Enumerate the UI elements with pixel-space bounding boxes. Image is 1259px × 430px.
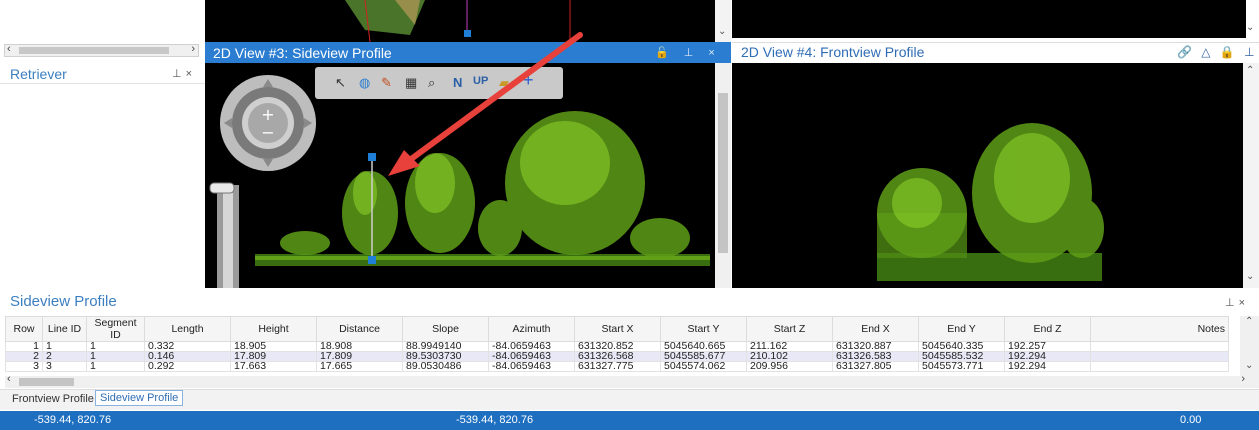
table-cell[interactable]: 631327.805 — [832, 361, 919, 372]
column-header[interactable]: Distance — [316, 316, 403, 342]
table-vertical-scrollbar[interactable]: ⌃ ⌄ — [1240, 316, 1259, 376]
table-cell[interactable]: -84.0659463 — [488, 341, 575, 352]
table-cell[interactable]: 5045640.665 — [660, 341, 747, 352]
column-header[interactable]: End Z — [1004, 316, 1091, 342]
table-cell[interactable]: 89.5303730 — [402, 351, 489, 362]
column-header[interactable]: Notes — [1090, 316, 1229, 342]
table-cell[interactable]: 17.663 — [230, 361, 317, 372]
table-cell[interactable]: 210.102 — [746, 351, 833, 362]
column-header[interactable]: Start Y — [660, 316, 747, 342]
scroll-left-icon[interactable]: ‹ — [7, 373, 11, 385]
tab-frontview-profile[interactable]: Frontview Profile — [8, 392, 98, 406]
column-header[interactable]: End X — [832, 316, 919, 342]
table-cell[interactable]: 211.162 — [746, 341, 833, 352]
pin-icon[interactable]: ⊥ — [1225, 297, 1239, 309]
table-cell[interactable]: 5045640.335 — [918, 341, 1005, 352]
table-cell[interactable]: 88.9949140 — [402, 341, 489, 352]
table-cell[interactable] — [1090, 341, 1229, 352]
column-header[interactable]: Azimuth — [488, 316, 575, 342]
column-header[interactable]: Segment ID — [86, 316, 145, 342]
close-icon[interactable]: × — [1239, 297, 1249, 309]
table-cell[interactable]: 5045573.771 — [918, 361, 1005, 372]
chevron-down-icon[interactable]: ⌄ — [1245, 360, 1253, 371]
table-cell[interactable]: -84.0659463 — [488, 351, 575, 362]
status-value-right: 0.00 — [1180, 414, 1202, 426]
chevron-up-icon[interactable]: ⌃ — [1245, 316, 1253, 327]
table-cell[interactable]: 18.905 — [230, 341, 317, 352]
table-cell[interactable]: 1 — [86, 341, 145, 352]
table-row[interactable]: 3 3 1 0.292 17.663 17.665 89.0530486 -84.065946… — [5, 361, 1229, 372]
table-cell[interactable]: 192.257 — [1004, 341, 1091, 352]
table-cell[interactable]: 5045574.062 — [660, 361, 747, 372]
table-cell[interactable] — [1090, 361, 1229, 372]
column-header[interactable]: End Y — [918, 316, 1005, 342]
table-cell[interactable]: 3 — [5, 361, 43, 372]
table-cell[interactable]: 192.294 — [1004, 361, 1091, 372]
table-cell[interactable]: 631326.568 — [574, 351, 661, 362]
table-cell[interactable]: 18.908 — [316, 341, 403, 352]
table-cell[interactable]: 209.956 — [746, 361, 833, 372]
column-header[interactable]: Start Z — [746, 316, 833, 342]
table-cell[interactable]: 1 — [5, 341, 43, 352]
table-cell[interactable]: 89.0530486 — [402, 361, 489, 372]
table-cell[interactable]: 0.332 — [144, 341, 231, 352]
table-cell[interactable]: 1 — [86, 361, 145, 372]
column-header[interactable]: Length — [144, 316, 231, 342]
table-row[interactable]: 2 2 1 0.146 17.809 17.809 89.5303730 -84.065946… — [5, 351, 1229, 362]
scroll-right-icon[interactable]: › — [1241, 373, 1245, 385]
table-cell[interactable]: -84.0659463 — [488, 361, 575, 372]
table-cell[interactable]: 631320.852 — [574, 341, 661, 352]
column-header[interactable]: Row — [5, 316, 43, 342]
table-horizontal-scrollbar[interactable]: ‹ › — [5, 373, 1259, 388]
table-cell[interactable]: 2 — [42, 351, 87, 362]
table-cell[interactable] — [1090, 351, 1229, 362]
table-cell[interactable]: 3 — [42, 361, 87, 372]
table-cell[interactable]: 631327.775 — [574, 361, 661, 372]
column-header[interactable]: Height — [230, 316, 317, 342]
table-cell[interactable]: 1 — [42, 341, 87, 352]
table-cell[interactable]: 17.665 — [316, 361, 403, 372]
profile-table: Row Line ID Segment ID Length Height Dis… — [5, 316, 1229, 372]
column-header[interactable]: Slope — [402, 316, 489, 342]
bottom-tab-strip — [0, 389, 1259, 410]
table-header-row: Row Line ID Segment ID Length Height Dis… — [5, 316, 1229, 342]
table-cell[interactable]: 631326.583 — [832, 351, 919, 362]
column-header[interactable]: Line ID — [42, 316, 87, 342]
sideview-profile-title: Sideview Profile — [10, 293, 117, 310]
table-cell[interactable]: 5045585.532 — [918, 351, 1005, 362]
column-header[interactable]: Start X — [574, 316, 661, 342]
table-row[interactable]: 1 1 1 0.332 18.905 18.908 88.9949140 -84.065946… — [5, 341, 1229, 352]
table-cell[interactable]: 2 — [5, 351, 43, 362]
table-cell[interactable]: 5045585.677 — [660, 351, 747, 362]
status-coordinates-left: -539.44, 820.76 — [34, 414, 112, 426]
table-cell[interactable]: 631320.887 — [832, 341, 919, 352]
table-cell[interactable]: 17.809 — [230, 351, 317, 362]
status-coordinates-middle: -539.44, 820.76 — [456, 414, 534, 426]
table-cell[interactable]: 0.146 — [144, 351, 231, 362]
table-cell[interactable]: 0.292 — [144, 361, 231, 372]
table-cell[interactable]: 1 — [86, 351, 145, 362]
status-bar: -539.44, 820.76 -539.44, 820.76 0.00 — [0, 411, 1259, 430]
tab-sideview-profile[interactable]: Sideview Profile — [95, 390, 184, 406]
table-cell[interactable]: 192.294 — [1004, 351, 1091, 362]
scroll-thumb[interactable] — [19, 378, 74, 386]
table-cell[interactable]: 17.809 — [316, 351, 403, 362]
